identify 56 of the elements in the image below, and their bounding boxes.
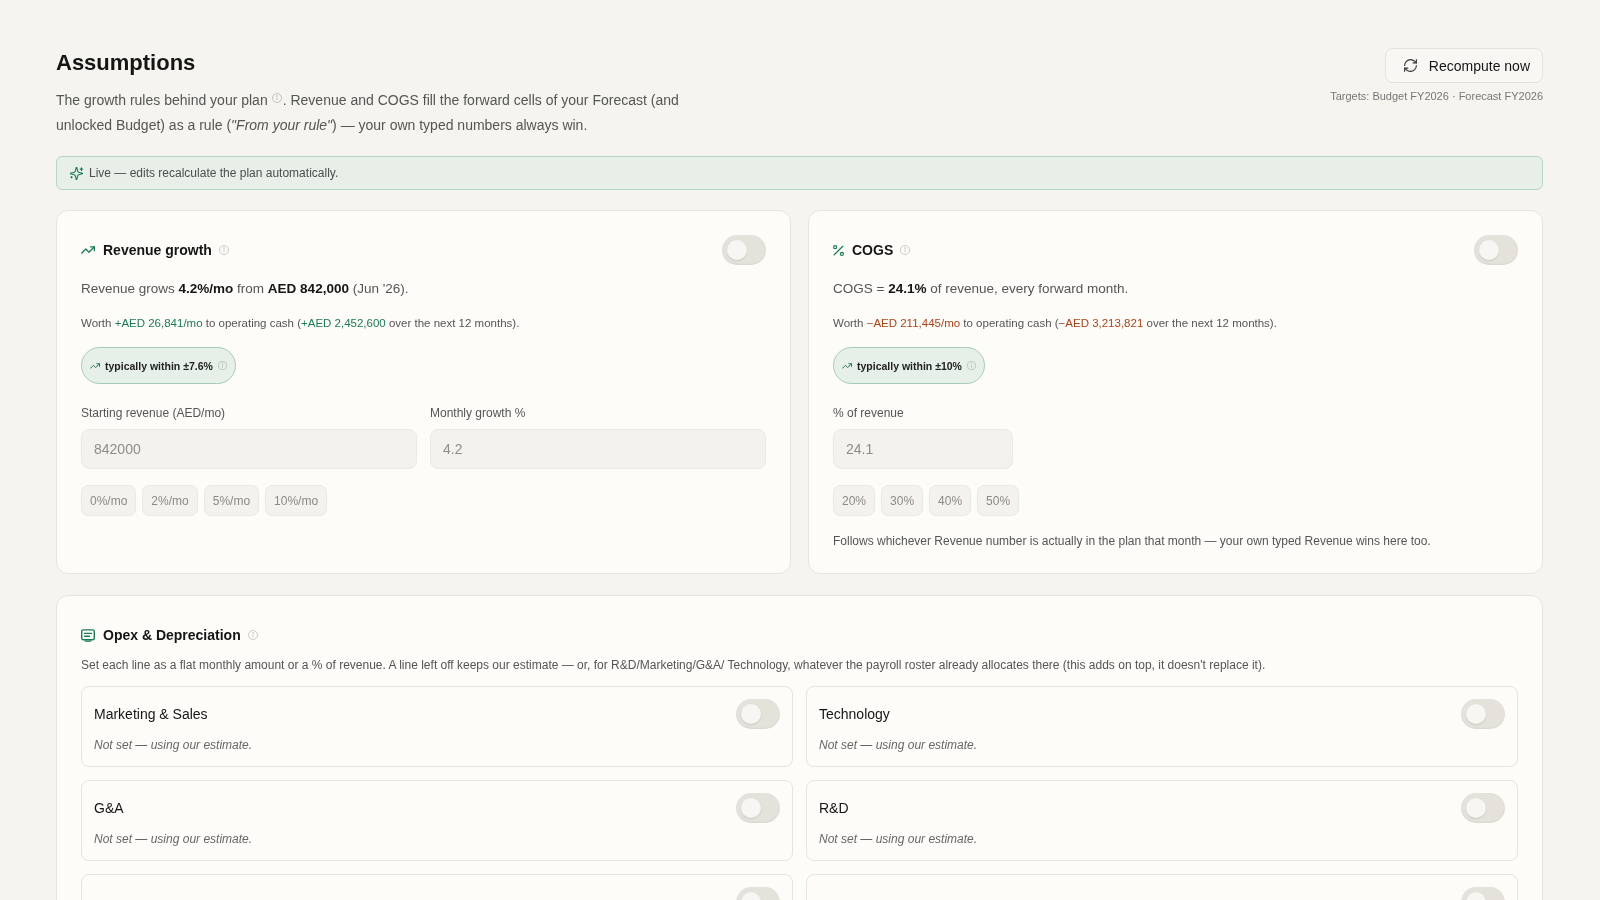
toggle-switch[interactable] (722, 235, 766, 265)
status-text: Not set — using our estimate. (819, 737, 978, 754)
note-text: Follows whichever Revenue number is actually in the plan that month — your own typed Revenue wins here too. (833, 533, 1431, 550)
status-text: Not set — using our estimate. (94, 831, 253, 848)
percent-icon (833, 244, 844, 256)
line-title: G&A (94, 800, 124, 816)
field-label: % of revenue (833, 405, 904, 422)
sparkle-icon (70, 166, 83, 180)
line-title: Technology (819, 706, 890, 722)
page-title: Assumptions (56, 49, 196, 77)
range-text: typically within ±7.6% (105, 359, 213, 372)
toggle-switch[interactable] (1461, 699, 1505, 729)
trend-up-icon (90, 362, 100, 369)
status-text: Not set — using our estimate. (819, 831, 978, 848)
preset-chip[interactable]: 30% (881, 485, 924, 516)
preset-chip[interactable]: 40% (929, 485, 972, 516)
info-icon (218, 245, 229, 255)
trend-up-icon (81, 246, 95, 254)
preset-chip[interactable]: 10%/mo (265, 485, 328, 516)
toggle-switch[interactable] (1461, 793, 1505, 823)
trend-up-icon (842, 362, 852, 369)
preset-chip[interactable]: 2%/mo (142, 485, 198, 516)
field-label: Monthly growth % (430, 405, 526, 422)
toggle-switch[interactable] (736, 793, 780, 823)
preset-chip[interactable]: 0%/mo (81, 485, 137, 516)
description-text: unlocked Budget) as a rule ("From your rule") — your own typed numbers always win. (56, 116, 588, 135)
line-title: R&D (819, 800, 849, 816)
card-title: Revenue growth (103, 242, 212, 258)
banner-text: Live — edits recalculate the plan automatically. (89, 166, 339, 180)
info-icon (900, 245, 911, 255)
targets-text: Targets: Budget FY2026 · Forecast FY2026 (1330, 89, 1543, 103)
toggle-switch[interactable] (1474, 235, 1518, 265)
summary-text: Revenue grows 4.2%/mo from AED 842,000 (Jun '26). (81, 280, 409, 298)
impact-text: Worth −AED 211,445/mo to operating cash (−AED 3,213,821 over the next 12 months). (833, 316, 1277, 331)
summary-text: COGS = 24.1% of revenue, every forward month. (833, 280, 1129, 298)
impact-text: Worth +AED 26,841/mo to operating cash (+AED 2,452,600 over the next 12 months). (81, 316, 520, 331)
preset-chip[interactable]: 50% (977, 485, 1020, 516)
toggle-switch[interactable] (736, 699, 780, 729)
preset-chip[interactable]: 5%/mo (203, 485, 260, 516)
text-box-icon (81, 628, 95, 642)
info-icon (247, 630, 258, 640)
line-title: Marketing & Sales (94, 706, 208, 722)
description-text: . Revenue and COGS fill the forward cells of your Forecast (and (282, 91, 679, 110)
preset-chip[interactable]: 20% (833, 485, 876, 516)
info-icon (217, 361, 227, 370)
status-text: Not set — using our estimate. (94, 737, 253, 754)
info-icon (271, 92, 282, 103)
refresh-icon (1403, 59, 1417, 72)
recompute-button[interactable]: Recompute now (1384, 48, 1543, 83)
card-title: COGS (852, 242, 894, 258)
section-description: Set each line as a flat monthly amount or a % of revenue. A line left off keeps our estimate — or, for R&D/Marketing/G&A/ Technology, whatever the payroll roster already allocates there (this adds on top, it doesn't replace it). (81, 657, 1266, 674)
field-label: Starting revenue (AED/mo) (81, 405, 226, 422)
description-text: The growth rules behind your plan (56, 91, 268, 110)
section-title: Opex & Depreciation (103, 627, 241, 643)
range-text: typically within ±10% (857, 359, 962, 372)
info-icon (966, 361, 976, 370)
